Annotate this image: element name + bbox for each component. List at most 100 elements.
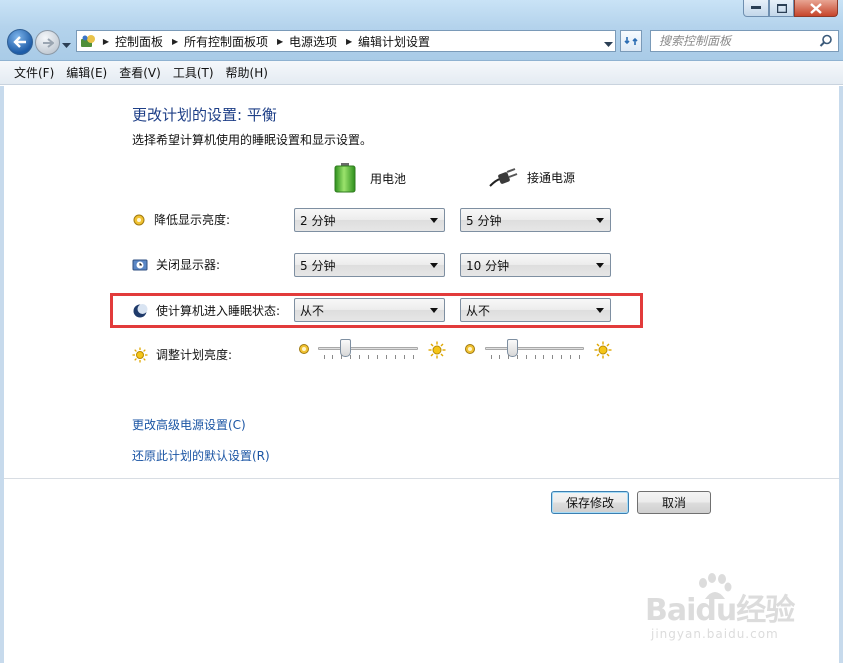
slider-tick [332, 355, 333, 359]
menu-view[interactable]: 查看(V) [113, 64, 167, 81]
advanced-power-settings-link[interactable]: 更改高级电源设置(C) [132, 416, 246, 433]
search-box[interactable] [650, 30, 839, 52]
slider-tick [491, 355, 492, 359]
setting-label: 降低显示亮度: [154, 213, 231, 227]
minimize-button[interactable] [743, 0, 769, 17]
power-plug-icon [489, 168, 518, 187]
refresh-button[interactable] [620, 30, 642, 52]
chevron-down-icon [604, 42, 613, 47]
slider-tick [570, 355, 571, 359]
address-history-dropdown[interactable] [604, 37, 613, 51]
save-button[interactable]: 保存修改 [551, 491, 629, 514]
dropdown-arrow-icon [596, 263, 604, 268]
watermark-brand: Baidu经验 [645, 593, 795, 628]
baidu-watermark: Baidu经验 jingyan.baidu.com [645, 573, 795, 653]
maximize-button[interactable] [769, 0, 794, 17]
dim-display-battery-select[interactable]: 2 分钟 [294, 208, 445, 232]
sleep-battery-select[interactable]: 从不 [294, 298, 445, 322]
select-value: 从不 [466, 303, 491, 318]
cancel-button[interactable]: 取消 [637, 491, 711, 514]
monitor-clock-icon [132, 259, 148, 270]
breadcrumb-separator-icon[interactable]: ▶ [342, 37, 356, 46]
menu-bar: 文件(F) 编辑(E) 查看(V) 工具(T) 帮助(H) [0, 61, 843, 85]
control-panel-icon [77, 31, 99, 51]
breadcrumb-item[interactable]: 编辑计划设置 [356, 33, 435, 50]
menu-edit[interactable]: 编辑(E) [60, 64, 113, 81]
forward-button[interactable] [35, 30, 60, 55]
menu-tools[interactable]: 工具(T) [167, 64, 220, 81]
bright-sun-icon [428, 341, 446, 359]
setting-label: 关闭显示器: [156, 258, 221, 272]
plugged-column-label: 接通电源 [527, 170, 576, 185]
setting-row-sleep: 使计算机进入睡眠状态: [132, 302, 280, 319]
slider-tick [535, 355, 536, 359]
setting-row-turn-off-display: 关闭显示器: [132, 256, 220, 273]
select-value: 5 分钟 [300, 258, 336, 273]
chevron-down-icon [62, 43, 71, 48]
dropdown-arrow-icon [596, 308, 604, 313]
slider-tick [543, 355, 544, 359]
breadcrumb-separator-icon[interactable]: ▶ [273, 37, 287, 46]
page-title: 更改计划的设置: 平衡 [132, 106, 277, 124]
slider-tick [368, 355, 369, 359]
slider-tick [395, 355, 396, 359]
slider-tick [579, 355, 580, 359]
breadcrumb-item[interactable]: 电源选项 [287, 33, 342, 50]
slider-track[interactable] [485, 347, 584, 350]
slider-tick [404, 355, 405, 359]
search-icon[interactable] [819, 34, 833, 51]
column-header-battery: 用电池 [334, 163, 406, 193]
breadcrumb-separator-icon[interactable]: ▶ [168, 37, 182, 46]
slider-tick [413, 355, 414, 359]
address-bar[interactable]: ▶ 控制面板 ▶ 所有控制面板项 ▶ 电源选项 ▶ 编辑计划设置 [76, 30, 616, 52]
dim-display-plugged-select[interactable]: 5 分钟 [460, 208, 611, 232]
slider-tick [561, 355, 562, 359]
setting-row-dim-display: 降低显示亮度: [132, 211, 230, 228]
back-button[interactable] [7, 29, 33, 55]
watermark-url: jingyan.baidu.com [651, 627, 779, 641]
sleep-plugged-select[interactable]: 从不 [460, 298, 611, 322]
setting-row-brightness: 调整计划亮度: [132, 346, 232, 363]
turn-off-display-plugged-select[interactable]: 10 分钟 [460, 253, 611, 277]
slider-tick [386, 355, 387, 359]
dropdown-arrow-icon [430, 218, 438, 223]
slider-tick [508, 355, 509, 359]
brightness-plugged-slider[interactable] [485, 339, 584, 359]
setting-label: 调整计划亮度: [156, 348, 233, 362]
bright-sun-icon [594, 341, 612, 359]
minimize-icon [751, 6, 761, 9]
dropdown-arrow-icon [430, 308, 438, 313]
divider [4, 478, 839, 479]
page-subtitle: 选择希望计算机使用的睡眠设置和显示设置。 [132, 133, 373, 147]
slider-tick [377, 355, 378, 359]
dim-sun-icon [299, 344, 309, 354]
turn-off-display-battery-select[interactable]: 5 分钟 [294, 253, 445, 277]
window-chrome: ▶ 控制面板 ▶ 所有控制面板项 ▶ 电源选项 ▶ 编辑计划设置 [0, 0, 843, 61]
battery-icon [334, 163, 356, 193]
column-header-plugged: 接通电源 [488, 166, 575, 188]
slider-tick [359, 355, 360, 359]
restore-defaults-link[interactable]: 还原此计划的默认设置(R) [132, 447, 270, 464]
brightness-battery-slider[interactable] [318, 339, 418, 359]
menu-file[interactable]: 文件(F) [8, 64, 60, 81]
recent-pages-dropdown[interactable] [62, 38, 71, 52]
dropdown-arrow-icon [430, 263, 438, 268]
select-value: 10 分钟 [466, 258, 510, 273]
back-arrow-icon [13, 36, 26, 48]
dim-sun-icon [465, 344, 475, 354]
slider-tick [552, 355, 553, 359]
search-input[interactable] [659, 32, 819, 50]
menu-help[interactable]: 帮助(H) [220, 64, 274, 81]
slider-track[interactable] [318, 347, 418, 350]
forward-arrow-icon [42, 37, 54, 48]
breadcrumb-item[interactable]: 控制面板 [113, 33, 168, 50]
close-icon [810, 2, 822, 14]
maximize-icon [776, 3, 787, 13]
select-value: 从不 [300, 303, 325, 318]
battery-column-label: 用电池 [370, 171, 407, 186]
close-button[interactable] [794, 0, 838, 17]
sun-icon [132, 347, 148, 362]
breadcrumb-separator-icon: ▶ [102, 36, 110, 46]
select-value: 2 分钟 [300, 213, 336, 228]
breadcrumb-item[interactable]: 所有控制面板项 [182, 33, 273, 50]
